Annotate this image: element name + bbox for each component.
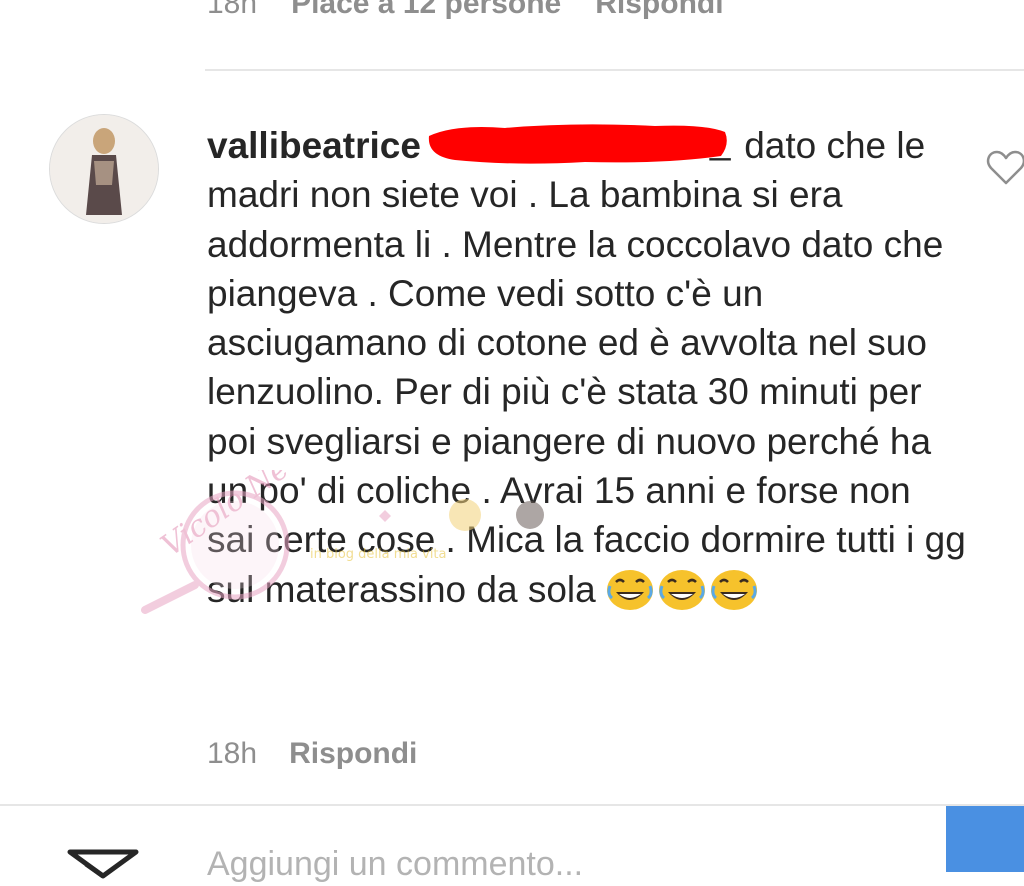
previous-comment-meta: 18h Piace a 12 persone Rispondi	[207, 0, 724, 24]
comment-text: dato che le madri non siete voi . La bam…	[207, 125, 966, 610]
reply-button[interactable]: Rispondi	[289, 737, 417, 771]
thread-divider	[205, 69, 1024, 71]
previous-comment-likes[interactable]: Piace a 12 persone	[291, 0, 561, 21]
avatar[interactable]	[49, 114, 159, 224]
previous-comment-reply-button[interactable]: Rispondi	[595, 0, 723, 21]
grinning-face-with-tears-icon	[710, 568, 758, 612]
grinning-face-with-tears-icon	[606, 568, 654, 612]
grinning-face-with-tears-icon	[658, 568, 706, 612]
comment-body: vallibeatrice _ dato che le madri non sie…	[207, 120, 967, 614]
composer-divider	[0, 804, 1024, 806]
previous-comment-time: 18h	[207, 0, 258, 20]
direct-send-icon[interactable]	[66, 846, 140, 886]
post-comment-button[interactable]	[946, 806, 1024, 872]
redacted-tail: _	[709, 120, 731, 161]
redacted-mention: _	[425, 120, 730, 166]
comment-time: 18h	[207, 737, 258, 770]
comment-meta: 18h Rispondi	[207, 734, 417, 774]
comment-username[interactable]: vallibeatrice	[207, 125, 421, 166]
add-comment-input[interactable]: Aggiungi un commento...	[207, 845, 583, 884]
heart-outline-icon[interactable]	[986, 150, 1024, 186]
avatar-photo	[50, 115, 158, 223]
